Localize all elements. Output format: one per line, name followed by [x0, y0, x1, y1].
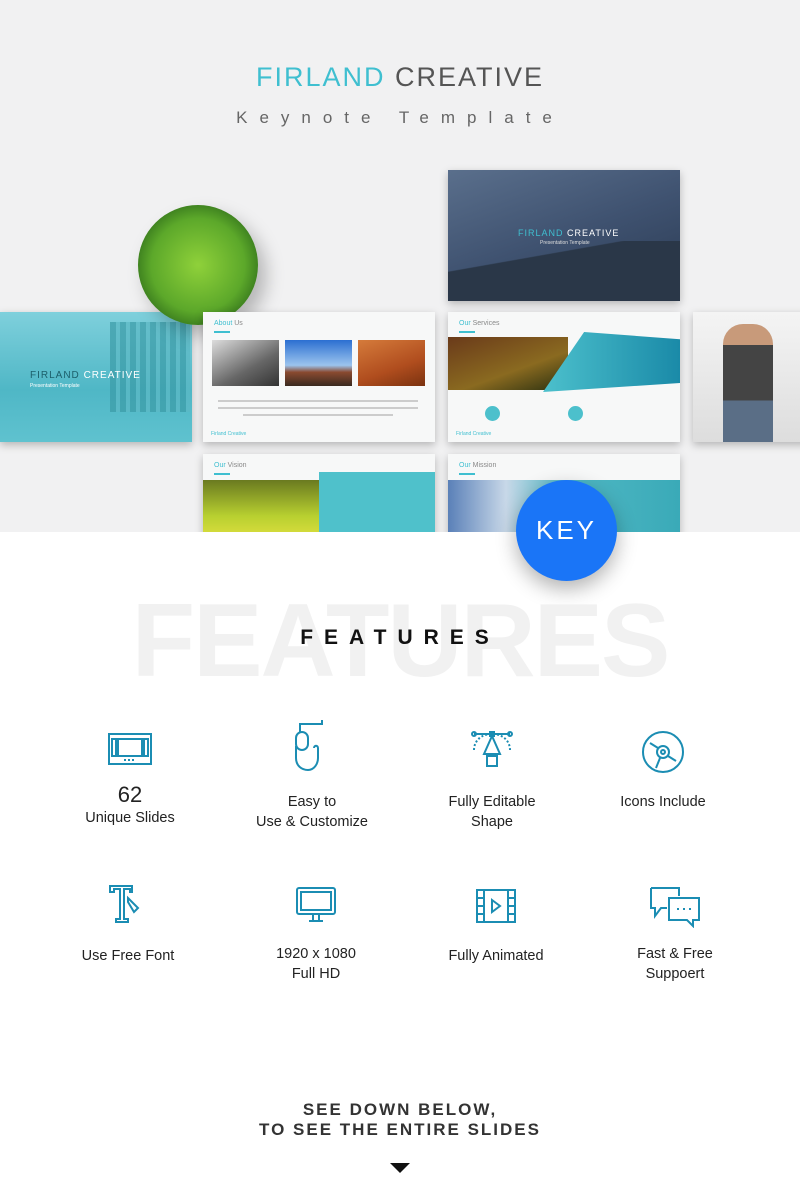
slide-cover-mountain: FIRLAND CREATIVE Presentation Template [448, 170, 680, 301]
feature-item: Fully Editable Shape [402, 728, 582, 832]
slide-about-us: About Us Firland Creative [203, 312, 435, 442]
desert-image [358, 340, 425, 386]
disc-icon [642, 731, 684, 773]
feature-item: Fully Animated [406, 888, 586, 966]
feature-item: 62 Unique Slides [40, 732, 220, 828]
call-to-action: SEE DOWN BELOW, TO SEE THE ENTIRE SLIDES [259, 1100, 541, 1139]
mouse-hand-icon [295, 720, 323, 772]
slide-cover-lake: FIRLAND CREATIVE Presentation Template [0, 312, 192, 442]
feature-item: Easy to Use & Customize [222, 718, 402, 832]
service-icon [568, 406, 583, 421]
cover-title: FIRLAND CREATIVE [518, 228, 620, 238]
slide-person [693, 312, 800, 442]
slide-heading: About Us [214, 320, 243, 327]
features-title: FEATURES [300, 626, 500, 649]
chat-icon [650, 887, 700, 928]
slide-vision: Our Vision [203, 454, 435, 532]
trees-image [110, 322, 190, 412]
slides-icon [108, 733, 152, 765]
slide-services: Our Services Firland Creative [448, 312, 680, 442]
page-subtitle: Keynote Template [236, 108, 564, 127]
cover-subtitle: Presentation Template [540, 240, 590, 246]
font-icon [109, 885, 140, 923]
slide-heading: Our Vision [214, 462, 247, 469]
sky-image [285, 340, 352, 386]
feature-item: Icons Include [573, 730, 753, 812]
feature-item: Use Free Font [38, 884, 218, 966]
cover-title: FIRLAND CREATIVE [30, 370, 141, 381]
monitor-icon [296, 887, 336, 922]
slide-heading: Our Mission [459, 462, 497, 469]
person-image [723, 324, 773, 442]
film-icon [476, 889, 516, 923]
arrow-down-icon[interactable] [390, 1163, 410, 1173]
cover-subtitle: Presentation Template [30, 383, 80, 389]
service-icon [485, 406, 500, 421]
slide-heading: Our Services [459, 320, 500, 327]
pen-tool-icon [471, 731, 513, 767]
feature-item: Fast & Free Suppoert [585, 886, 765, 984]
tree-field-image [203, 480, 319, 532]
feature-item: 1920 x 1080 Full HD [226, 886, 406, 984]
hero-section: FIRLAND CREATIVE Keynote Template FIRLAN… [0, 0, 800, 532]
quote-panel [319, 472, 435, 532]
plant-image [138, 205, 258, 325]
snow-mountain-image [212, 340, 279, 386]
page-title: FIRLAND CREATIVE [255, 62, 545, 92]
keynote-badge: KEY [516, 480, 617, 581]
